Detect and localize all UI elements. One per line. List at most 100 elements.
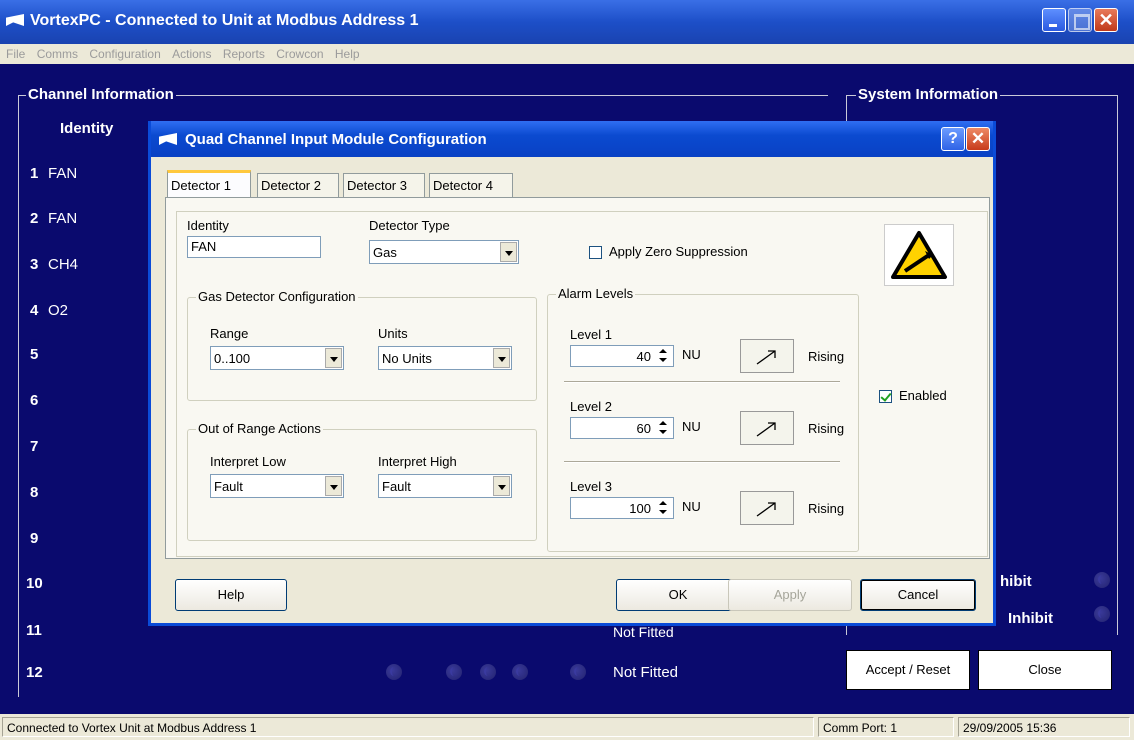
tab-detector-1[interactable]: Detector 1	[167, 170, 251, 198]
gas-warning-icon	[884, 224, 954, 286]
ok-button[interactable]: OK	[616, 579, 740, 611]
channel-info-label: Channel Information	[26, 86, 176, 103]
close-button[interactable]: ✕	[1094, 8, 1118, 32]
range-select[interactable]: 0..100	[210, 346, 344, 370]
inhibit-led-icon	[1094, 606, 1110, 622]
menu-configuration[interactable]: Configuration	[85, 44, 164, 64]
menu-file[interactable]: File	[0, 44, 29, 64]
close-main-button[interactable]: Close	[978, 650, 1112, 690]
menu-comms[interactable]: Comms	[33, 44, 82, 64]
status-led-icon	[386, 664, 402, 680]
help-button[interactable]: Help	[175, 579, 287, 611]
window-title: VortexPC - Connected to Unit at Modbus A…	[30, 12, 419, 29]
maximize-button[interactable]	[1068, 8, 1092, 32]
channel-number: 9	[30, 530, 39, 547]
channel-status: Not Fitted	[613, 664, 679, 681]
channel-number: 10	[26, 575, 43, 592]
detector-type-label: Detector Type	[369, 218, 450, 233]
menu-actions[interactable]: Actions	[168, 44, 215, 64]
level-direction: Rising	[808, 349, 845, 364]
interpret-high-select[interactable]: Fault	[378, 474, 512, 498]
range-label: Range	[210, 326, 249, 341]
rising-toggle-button[interactable]	[740, 339, 794, 373]
tab-panel: Identity FAN Detector Type Gas Apply Zer…	[165, 197, 990, 559]
rising-toggle-button[interactable]	[740, 491, 794, 525]
channel-number: 8	[30, 484, 39, 501]
minimize-button[interactable]	[1042, 8, 1066, 32]
level-unit: NU	[682, 347, 701, 362]
zero-suppression-checkbox[interactable]	[589, 246, 602, 259]
status-led-icon	[446, 664, 462, 680]
spinner-arrows-icon[interactable]	[655, 347, 672, 365]
level-1-spinner[interactable]: 40	[570, 345, 674, 367]
channel-name[interactable]: FAN	[48, 165, 77, 182]
close-icon[interactable]: ✕	[966, 127, 990, 151]
detector-type-select[interactable]: Gas	[369, 240, 519, 264]
status-led-icon	[512, 664, 528, 680]
alarm-levels-label: Alarm Levels	[556, 286, 636, 301]
gas-config-label: Gas Detector Configuration	[196, 289, 358, 304]
menu-reports[interactable]: Reports	[219, 44, 269, 64]
app-window: VortexPC - Connected to Unit at Modbus A…	[0, 0, 1134, 740]
tab-detector-3[interactable]: Detector 3	[343, 173, 425, 197]
alarm-levels-group: Alarm Levels Level 1 40 NU Rising Level …	[547, 286, 859, 552]
chevron-down-icon[interactable]	[493, 476, 510, 496]
apply-button[interactable]: Apply	[728, 579, 852, 611]
level-direction: Rising	[808, 501, 845, 516]
app-icon	[159, 133, 177, 145]
chevron-down-icon[interactable]	[325, 476, 342, 496]
gas-config-group: Gas Detector Configuration Range 0..100 …	[187, 289, 537, 401]
dialog-title: Quad Channel Input Module Configuration	[185, 131, 487, 148]
level-2-spinner[interactable]: 60	[570, 417, 674, 439]
menu-crowcon[interactable]: Crowcon	[272, 44, 327, 64]
channel-number: 7	[30, 438, 39, 455]
spinner-arrows-icon[interactable]	[655, 499, 672, 517]
chevron-down-icon[interactable]	[325, 348, 342, 368]
channel-number: 6	[30, 392, 39, 409]
level-label: Level 1	[570, 327, 612, 342]
level-3-spinner[interactable]: 100	[570, 497, 674, 519]
enabled-checkbox[interactable]	[879, 390, 892, 403]
rising-arrow-icon	[756, 422, 776, 437]
channel-name[interactable]: O2	[48, 302, 68, 319]
level-label: Level 3	[570, 479, 612, 494]
accept-reset-button[interactable]: Accept / Reset	[846, 650, 970, 690]
units-select[interactable]: No Units	[378, 346, 512, 370]
interpret-low-select[interactable]: Fault	[210, 474, 344, 498]
channel-number: 1	[30, 165, 39, 182]
channel-name[interactable]: CH4	[48, 256, 78, 273]
identity-label: Identity	[187, 218, 229, 233]
interpret-low-label: Interpret Low	[210, 454, 286, 469]
level-unit: NU	[682, 419, 701, 434]
identity-header: Identity	[60, 120, 114, 137]
rising-toggle-button[interactable]	[740, 411, 794, 445]
tab-detector-2[interactable]: Detector 2	[257, 173, 339, 197]
rising-arrow-icon	[756, 350, 776, 365]
status-comm-port: Comm Port: 1	[818, 717, 954, 737]
chevron-down-icon[interactable]	[500, 242, 517, 262]
menu-bar: File Comms Configuration Actions Reports…	[0, 44, 1134, 64]
status-led-icon	[480, 664, 496, 680]
channel-number: 11	[26, 622, 42, 639]
app-icon	[6, 14, 24, 26]
out-of-range-group: Out of Range Actions Interpret Low Fault…	[187, 421, 537, 541]
inhibit-label: hibit	[1000, 573, 1032, 590]
channel-status: Not Fitted	[613, 624, 674, 640]
chevron-down-icon[interactable]	[493, 348, 510, 368]
zero-suppression-label: Apply Zero Suppression	[609, 244, 748, 259]
title-bar: VortexPC - Connected to Unit at Modbus A…	[0, 0, 1134, 44]
menu-help[interactable]: Help	[331, 44, 364, 64]
identity-input[interactable]: FAN	[187, 236, 321, 258]
enabled-label: Enabled	[899, 388, 947, 403]
tab-detector-4[interactable]: Detector 4	[429, 173, 513, 197]
status-message: Connected to Vortex Unit at Modbus Addre…	[2, 717, 814, 737]
system-info-label: System Information	[856, 86, 1001, 103]
channel-number: 2	[30, 210, 39, 227]
channel-name[interactable]: FAN	[48, 210, 77, 227]
help-icon[interactable]: ?	[941, 127, 965, 151]
inhibit-label: Inhibit	[1008, 610, 1053, 627]
level-label: Level 2	[570, 399, 612, 414]
spinner-arrows-icon[interactable]	[655, 419, 672, 437]
dialog-title-bar: Quad Channel Input Module Configuration …	[151, 121, 993, 157]
cancel-button[interactable]: Cancel	[860, 579, 976, 611]
